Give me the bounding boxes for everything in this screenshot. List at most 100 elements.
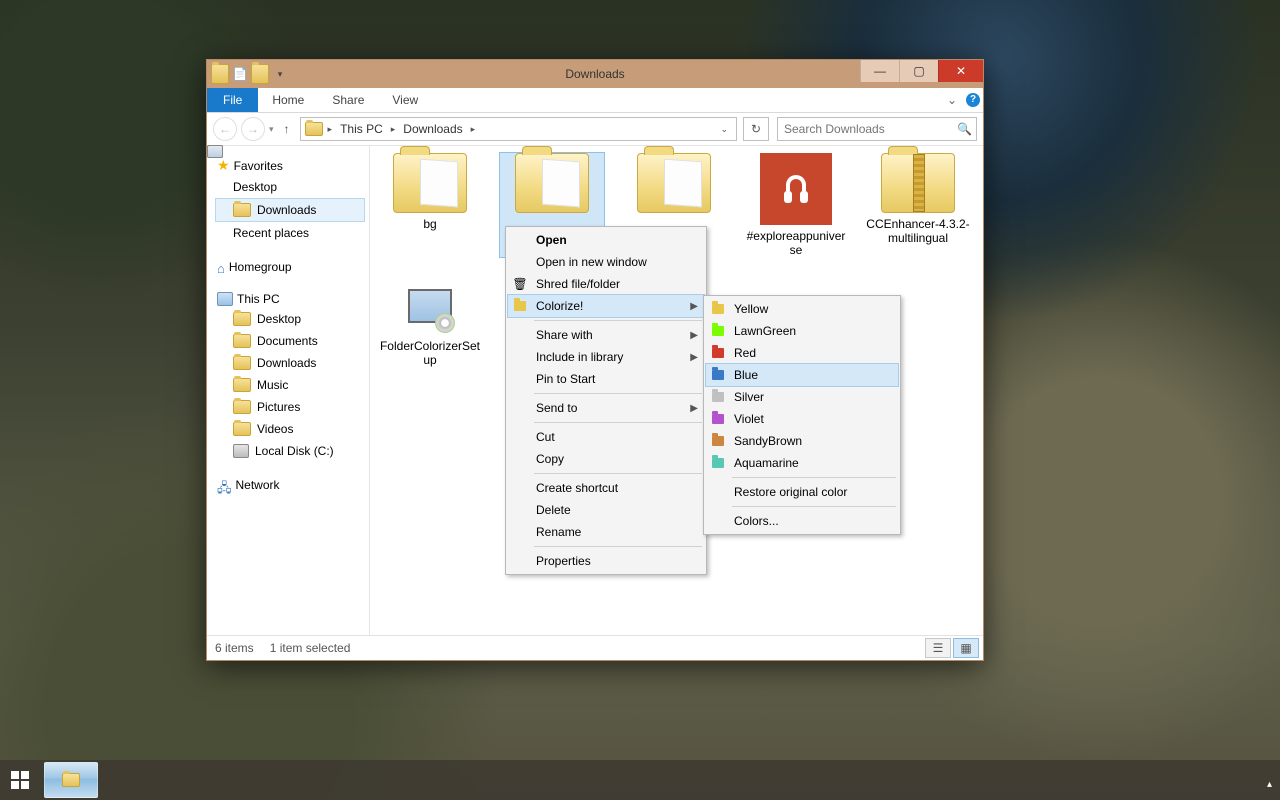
breadcrumb-thispc[interactable]: This PC (337, 122, 386, 136)
sidebar-item-downloads2[interactable]: Downloads (215, 352, 365, 374)
sidebar-item-pictures[interactable]: Pictures (215, 396, 365, 418)
chevron-right-icon[interactable]: ▸ (325, 124, 336, 135)
menu-item-label: Open in new window (536, 255, 647, 269)
address-dropdown-icon[interactable]: ⌄ (716, 124, 732, 135)
menu-item-label: Cut (536, 430, 555, 444)
color-option[interactable]: LawnGreen (706, 320, 898, 342)
color-swatch-icon (710, 301, 726, 317)
sidebar-item-music[interactable]: Music (215, 374, 365, 396)
tab-home[interactable]: Home (258, 88, 318, 112)
qat-newfolder-icon[interactable]: 📄 (231, 65, 249, 83)
minimize-button[interactable]: — (860, 60, 899, 82)
help-button[interactable]: ? (963, 88, 983, 112)
color-swatch-icon (710, 411, 726, 427)
maximize-button[interactable]: ▢ (899, 60, 938, 82)
sidebar-item-downloads[interactable]: Downloads (215, 198, 365, 222)
color-option[interactable]: SandyBrown (706, 430, 898, 452)
restore-color[interactable]: Restore original color (706, 481, 898, 503)
menu-item[interactable]: Copy (508, 448, 704, 470)
menu-item-label: Properties (536, 554, 591, 568)
disk-icon (233, 444, 249, 458)
view-details-button[interactable]: ☰ (925, 638, 951, 658)
windows-icon (11, 771, 29, 789)
search-icon: 🔍 (957, 122, 972, 136)
color-option[interactable]: Aquamarine (706, 452, 898, 474)
chevron-right-icon: ▶ (690, 330, 698, 341)
search-input[interactable] (782, 121, 957, 137)
menu-item[interactable]: Colorize!▶ (508, 295, 704, 317)
menu-item[interactable]: Include in library▶ (508, 346, 704, 368)
folder-icon (515, 153, 589, 213)
file-item[interactable]: CCEnhancer-4.3.2-multilingual (866, 153, 970, 257)
sidebar-thispc[interactable]: This PC (215, 290, 365, 308)
tray-show-hidden-icons[interactable]: ▴ (1267, 779, 1272, 790)
menu-item-label: Shred file/folder (536, 277, 620, 291)
tab-share[interactable]: Share (318, 88, 378, 112)
view-icons-button[interactable]: ▦ (953, 638, 979, 658)
file-item[interactable]: FolderColorizerSetup (378, 277, 482, 367)
sidebar-item-localdisk[interactable]: Local Disk (C:) (215, 440, 365, 462)
color-option[interactable]: Red (706, 342, 898, 364)
sidebar-favorites[interactable]: ★ Favorites (215, 155, 365, 176)
folder-icon (233, 422, 251, 436)
status-count: 6 items (215, 641, 254, 655)
color-label: LawnGreen (734, 324, 796, 338)
refresh-button[interactable]: ↻ (743, 117, 769, 141)
menu-item[interactable]: 🗑Shred file/folder (508, 273, 704, 295)
titlebar[interactable]: 📄 ▾ Downloads — ▢ ✕ (207, 60, 983, 88)
file-item[interactable]: #exploreappuniverse (744, 153, 848, 257)
color-option[interactable]: Yellow (706, 298, 898, 320)
color-option[interactable]: Silver (706, 386, 898, 408)
up-button[interactable]: ↑ (278, 118, 296, 140)
qat-properties-icon[interactable] (211, 65, 229, 83)
sidebar-network[interactable]: 🖧Network (215, 476, 365, 494)
sidebar-item-desktop[interactable]: Desktop (215, 176, 365, 198)
start-button[interactable] (0, 760, 40, 800)
color-option[interactable]: Blue (706, 364, 898, 386)
installer-icon (401, 277, 459, 335)
color-option[interactable]: Violet (706, 408, 898, 430)
sidebar-favorites-label: Favorites (234, 159, 283, 173)
qat-dropdown-icon[interactable]: ▾ (271, 65, 289, 83)
address-bar[interactable]: ▸ This PC ▸ Downloads ▸ ⌄ (300, 117, 737, 141)
close-button[interactable]: ✕ (938, 60, 983, 82)
menu-item[interactable]: Rename (508, 521, 704, 543)
sidebar-item-videos[interactable]: Videos (215, 418, 365, 440)
ribbon-collapse-icon[interactable]: ⌄ (941, 88, 963, 112)
menu-item[interactable]: Send to▶ (508, 397, 704, 419)
recent-icon (207, 145, 223, 158)
menu-item-label: Include in library (536, 350, 623, 364)
status-selected: 1 item selected (270, 641, 351, 655)
menu-item[interactable]: Cut (508, 426, 704, 448)
history-dropdown-icon[interactable]: ▾ (269, 124, 274, 135)
sidebar-item-desktop2[interactable]: Desktop (215, 308, 365, 330)
chevron-right-icon[interactable]: ▸ (468, 124, 479, 135)
chevron-right-icon[interactable]: ▸ (388, 124, 399, 135)
forward-button[interactable]: → (241, 117, 265, 141)
menu-item[interactable]: Delete (508, 499, 704, 521)
qat-folder-icon[interactable] (251, 65, 269, 83)
taskbar-item-explorer[interactable] (44, 762, 98, 798)
sidebar-homegroup[interactable]: ⌂Homegroup (215, 258, 365, 276)
chevron-right-icon: ▶ (690, 403, 698, 414)
menu-item[interactable]: Share with ▶ (508, 324, 704, 346)
search-box[interactable]: 🔍 (777, 117, 977, 141)
star-icon: ★ (217, 157, 230, 174)
menu-item[interactable]: Pin to Start (508, 368, 704, 390)
network-icon: 🖧 (217, 479, 232, 491)
menu-item[interactable]: Properties (508, 550, 704, 572)
folder-icon (393, 153, 467, 213)
menu-item-label: Create shortcut (536, 481, 618, 495)
file-tab[interactable]: File (207, 88, 258, 112)
tab-view[interactable]: View (378, 88, 432, 112)
file-item[interactable]: bg (378, 153, 482, 257)
menu-item[interactable]: Open (508, 229, 704, 251)
sidebar-item-documents[interactable]: Documents (215, 330, 365, 352)
menu-item[interactable]: Create shortcut (508, 477, 704, 499)
sidebar-item-recent[interactable]: Recent places (215, 222, 365, 244)
more-colors[interactable]: Colors... (706, 510, 898, 532)
back-button[interactable]: ← (213, 117, 237, 141)
breadcrumb-downloads[interactable]: Downloads (400, 122, 465, 136)
menu-item-label: Share with (536, 328, 593, 342)
menu-item[interactable]: Open in new window (508, 251, 704, 273)
